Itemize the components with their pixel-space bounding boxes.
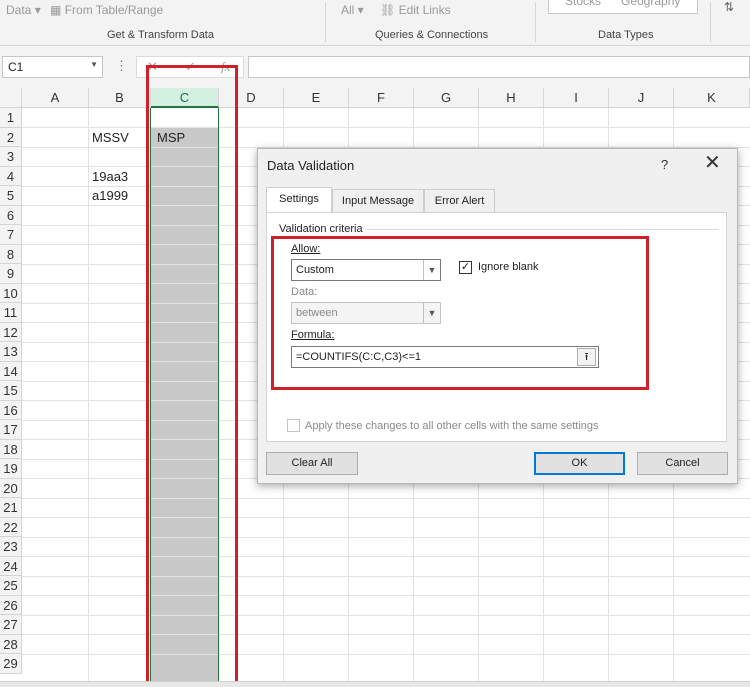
row-header[interactable]: 27: [0, 615, 22, 635]
gridline: [22, 556, 750, 557]
select-all-corner[interactable]: [0, 88, 22, 108]
row-header[interactable]: 4: [0, 166, 22, 186]
all-dropdown[interactable]: All ▾: [341, 3, 364, 17]
ribbon-divider: [325, 2, 326, 42]
row-header[interactable]: 9: [0, 264, 22, 284]
row-header[interactable]: 10: [0, 283, 22, 303]
divider: [367, 229, 719, 230]
stocks-type[interactable]: Stocks: [565, 0, 601, 8]
gridline: [88, 108, 89, 687]
row-header[interactable]: 25: [0, 576, 22, 596]
gridline: [22, 653, 750, 655]
row-header[interactable]: 19: [0, 459, 22, 479]
row-header[interactable]: 8: [0, 244, 22, 264]
cancel-button[interactable]: Cancel: [637, 452, 728, 475]
row-header[interactable]: 18: [0, 439, 22, 459]
column-header-i[interactable]: I: [544, 88, 609, 108]
data-dropdown[interactable]: Data ▾: [6, 3, 41, 17]
gridline: [22, 517, 750, 518]
row-header[interactable]: 1: [0, 108, 22, 128]
row-header[interactable]: 20: [0, 478, 22, 498]
column-header-k[interactable]: K: [674, 88, 750, 108]
gridline: [22, 536, 750, 538]
column-header-e[interactable]: E: [284, 88, 349, 108]
apply-to-all-checkbox[interactable]: [287, 419, 300, 432]
gridline: [22, 497, 750, 499]
column-header-g[interactable]: G: [414, 88, 479, 108]
tab-error-alert[interactable]: Error Alert: [424, 189, 495, 212]
from-table-button[interactable]: ▦ From Table/Range: [50, 3, 163, 17]
sort-icon[interactable]: ⇅: [724, 0, 734, 14]
cell-b2[interactable]: MSSV: [92, 130, 129, 145]
name-box[interactable]: C1 ▼: [2, 56, 103, 78]
row-header[interactable]: 26: [0, 595, 22, 615]
row-header[interactable]: 14: [0, 361, 22, 381]
tab-input-message[interactable]: Input Message: [332, 189, 424, 212]
row-header[interactable]: 16: [0, 400, 22, 420]
row-header[interactable]: 17: [0, 420, 22, 440]
gridline: [22, 634, 750, 635]
row-header[interactable]: 13: [0, 342, 22, 362]
clear-all-button[interactable]: Clear All: [266, 452, 358, 475]
row-header[interactable]: 11: [0, 303, 22, 323]
row-header[interactable]: 23: [0, 537, 22, 557]
group-queries-connections: Queries & Connections: [375, 29, 489, 41]
row-header[interactable]: 12: [0, 322, 22, 342]
column-header-b[interactable]: B: [89, 88, 151, 108]
gridline: [22, 614, 750, 616]
row-header[interactable]: 15: [0, 381, 22, 401]
ribbon-divider: [710, 2, 711, 42]
row-header[interactable]: 29: [0, 654, 22, 674]
column-header-a[interactable]: A: [22, 88, 89, 108]
ribbon: Data ▾ ▦ From Table/Range All ▾ ⛓ Edit L…: [0, 0, 750, 46]
sheet-tabs-bar: [0, 681, 750, 687]
row-header[interactable]: 22: [0, 517, 22, 537]
cell-b5[interactable]: a1999: [92, 188, 128, 203]
group-data-types: Data Types: [598, 29, 654, 41]
row-header[interactable]: 28: [0, 634, 22, 654]
cell-b4[interactable]: 19aa3: [92, 169, 128, 184]
help-button[interactable]: ?: [661, 157, 668, 172]
column-header-j[interactable]: J: [609, 88, 674, 108]
gridline: [22, 575, 750, 577]
data-types-gallery[interactable]: Stocks Geography: [548, 0, 698, 14]
gridline: [22, 595, 750, 596]
column-header-h[interactable]: H: [479, 88, 544, 108]
apply-to-all-label: Apply these changes to all other cells w…: [305, 420, 599, 432]
link-icon: ⛓: [380, 3, 396, 17]
ok-button[interactable]: OK: [534, 452, 625, 475]
more-options-icon[interactable]: ⋮: [115, 58, 128, 74]
geography-type[interactable]: Geography: [621, 0, 680, 8]
chevron-down-icon: ▼: [90, 60, 98, 69]
row-header[interactable]: 21: [0, 498, 22, 518]
row-header[interactable]: 24: [0, 556, 22, 576]
group-get-transform: Get & Transform Data: [107, 29, 214, 41]
validation-criteria-label: Validation criteria: [279, 223, 363, 235]
table-icon: ▦: [50, 3, 62, 17]
formula-bar: C1 ▼ ⋮ ✕ ✓ fx: [0, 46, 750, 88]
formula-input[interactable]: [248, 56, 750, 78]
row-header[interactable]: 6: [0, 205, 22, 225]
ribbon-divider: [535, 2, 536, 42]
red-highlight-column-c: [146, 65, 238, 687]
dialog-title: Data Validation: [267, 158, 355, 173]
gridline: [22, 127, 750, 128]
row-header[interactable]: 2: [0, 127, 22, 147]
row-header[interactable]: 7: [0, 225, 22, 245]
row-header[interactable]: 5: [0, 186, 22, 206]
tab-settings[interactable]: Settings: [266, 187, 332, 213]
close-icon[interactable]: ✕: [704, 153, 721, 173]
edit-links-button[interactable]: ⛓ Edit Links: [380, 3, 451, 17]
column-header-f[interactable]: F: [349, 88, 414, 108]
row-header[interactable]: 3: [0, 147, 22, 167]
red-highlight-criteria: [271, 236, 649, 390]
